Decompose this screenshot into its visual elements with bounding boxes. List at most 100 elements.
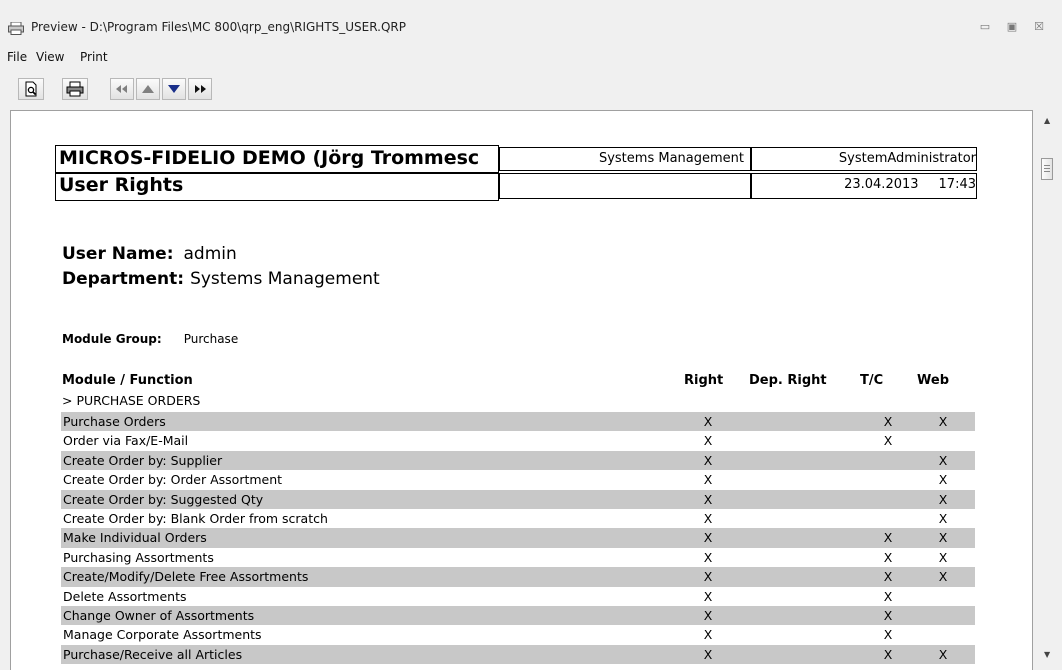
right-mark: X — [703, 491, 713, 507]
column-header-web: Web — [917, 373, 949, 388]
table-row: Create/Modify/Delete Free Assortments X X X — [61, 567, 975, 587]
function-cell: Create Order by: Order Assortment — [63, 472, 283, 488]
web-mark: X — [938, 452, 948, 468]
report-header: MICROS-FIDELIO DEMO (Jörg Trommesc User … — [55, 145, 977, 201]
page-preview-button[interactable] — [18, 78, 44, 100]
report-time: 17:43 — [938, 177, 976, 192]
user-name-value: admin — [183, 244, 237, 264]
user-name-label: User Name: — [62, 244, 174, 264]
section-heading: > PURCHASE ORDERS — [62, 393, 201, 408]
table-row: Create Order by: Supplier X X — [61, 450, 975, 471]
right-mark: X — [703, 510, 713, 526]
menu-bar: File View Print — [0, 48, 300, 68]
tc-mark: X — [883, 530, 893, 546]
table-row: Delete Assortments X X — [61, 587, 975, 606]
web-mark: X — [938, 569, 948, 585]
function-cell: Create Order by: Suggested Qty — [63, 491, 264, 507]
web-mark: X — [938, 472, 948, 488]
report-date: 23.04.2013 — [844, 177, 919, 192]
web-mark: X — [938, 491, 948, 507]
web-mark: X — [938, 549, 948, 565]
close-button[interactable]: ☒ — [1032, 20, 1046, 33]
function-cell: Purchasing Assortments — [63, 549, 214, 565]
function-cell: Create Order by: Supplier — [63, 452, 223, 468]
function-cell: Delete Assortments — [63, 588, 187, 604]
function-cell: Create/Modify/Delete Free Assortments — [63, 569, 309, 585]
web-mark: X — [938, 510, 948, 526]
right-mark: X — [703, 588, 713, 604]
column-header-right: Right — [684, 373, 724, 388]
tc-mark: X — [883, 569, 893, 585]
table-row: Make Individual Orders X X X — [61, 528, 975, 548]
right-mark: X — [703, 472, 713, 488]
table-row: Purchase Orders X X X — [61, 412, 975, 432]
function-cell: Manage Corporate Assortments — [63, 627, 262, 643]
next-page-icon — [168, 85, 180, 93]
rights-table: Purchase Orders X X X Order via Fax/E-Mail X X… — [61, 412, 975, 665]
department-line: Department: Systems Management — [62, 269, 380, 289]
right-mark: X — [703, 433, 713, 449]
right-mark: X — [703, 549, 713, 565]
table-row: Change Owner of Assortments X X — [61, 605, 975, 626]
menu-view[interactable]: View — [36, 50, 64, 64]
tc-mark: X — [883, 433, 893, 449]
last-page-button[interactable] — [188, 78, 212, 100]
tc-mark: X — [883, 607, 893, 623]
function-cell: Order via Fax/E-Mail — [63, 433, 189, 449]
tc-mark: X — [883, 646, 893, 662]
scroll-up-icon[interactable]: ▲ — [1044, 116, 1050, 125]
module-group-value: Purchase — [183, 332, 239, 346]
table-row: Order via Fax/E-Mail X X — [61, 431, 975, 450]
first-page-icon — [116, 85, 127, 93]
function-cell: Create Order by: Blank Order from scratc… — [63, 510, 328, 526]
tc-mark: X — [883, 414, 893, 429]
print-button[interactable] — [62, 78, 88, 100]
column-header-tc: T/C — [860, 373, 884, 388]
page-preview-icon — [25, 81, 37, 97]
company-name: MICROS-FIDELIO DEMO (Jörg Trommesc — [55, 145, 499, 173]
report-title: User Rights — [55, 173, 499, 201]
header-datetime: 23.04.2013 17:43 — [751, 173, 977, 199]
web-mark: X — [938, 530, 948, 546]
right-mark: X — [703, 646, 713, 662]
user-name-line: User Name: admin — [62, 244, 237, 264]
module-group-line: Module Group: Purchase — [62, 332, 238, 346]
report-viewport[interactable]: MICROS-FIDELIO DEMO (Jörg Trommesc User … — [10, 110, 1033, 670]
web-mark: X — [938, 646, 948, 662]
previous-page-icon — [142, 85, 154, 93]
column-header-dep-right: Dep. Right — [749, 373, 827, 388]
scroll-down-icon[interactable]: ▼ — [1044, 650, 1050, 659]
right-mark: X — [703, 569, 713, 585]
title-bar: Preview - D:\Program Files\MC 800\qrp_en… — [0, 0, 1062, 46]
right-mark: X — [703, 452, 713, 468]
tc-mark: X — [883, 588, 893, 604]
next-page-button[interactable] — [162, 78, 186, 100]
function-cell: Purchase/Receive all Articles — [63, 646, 243, 662]
column-header-function: Module / Function — [62, 373, 193, 388]
right-mark: X — [703, 414, 713, 429]
vertical-scrollbar[interactable]: ▲ ▼ — [1033, 110, 1062, 670]
menu-print[interactable]: Print — [80, 50, 108, 64]
header-blank-cell — [499, 173, 751, 199]
function-cell: Change Owner of Assortments — [63, 607, 255, 623]
right-mark: X — [703, 530, 713, 546]
first-page-button[interactable] — [110, 78, 134, 100]
right-mark: X — [703, 607, 713, 623]
printer-app-icon — [8, 22, 24, 35]
department-value: Systems Management — [190, 269, 380, 289]
previous-page-button[interactable] — [136, 78, 160, 100]
table-row: Create Order by: Blank Order from scratc… — [61, 509, 975, 528]
maximize-button[interactable]: ▣ — [1005, 20, 1019, 33]
right-mark: X — [703, 627, 713, 643]
window-title: Preview - D:\Program Files\MC 800\qrp_en… — [31, 20, 406, 34]
table-row: Purchasing Assortments X X X — [61, 548, 975, 567]
tc-mark: X — [883, 549, 893, 565]
printer-icon — [66, 81, 84, 97]
scroll-thumb[interactable] — [1041, 158, 1053, 180]
function-cell: Purchase Orders — [63, 414, 166, 429]
table-row: Purchase/Receive all Articles X X X — [61, 644, 975, 665]
minimize-button[interactable]: ▭ — [978, 20, 992, 33]
menu-file[interactable]: File — [7, 50, 27, 64]
function-cell: Make Individual Orders — [63, 530, 207, 546]
web-mark: X — [938, 414, 948, 429]
